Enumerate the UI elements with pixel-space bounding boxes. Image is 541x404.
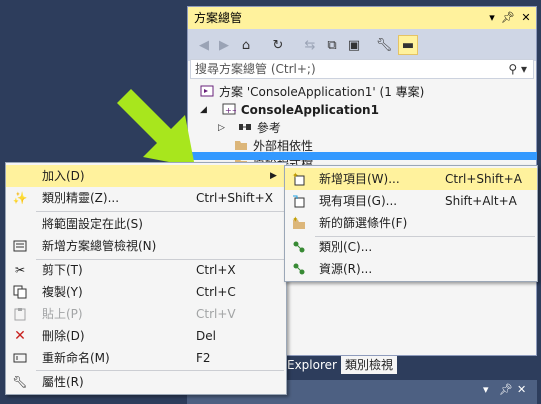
tab-class-view[interactable]: 類別檢視 (341, 356, 398, 374)
show-all-files-icon[interactable]: ▣ (344, 35, 364, 55)
menu-item-paste[interactable]: 貼上(P) Ctrl+V (6, 303, 286, 325)
menu-item-rename[interactable]: 重新命名(M) F2 (6, 347, 286, 369)
tree-item-references[interactable]: ▷ 參考 (218, 119, 281, 137)
submenu-item-new-filter[interactable]: ✦ 新的篩選條件(F) (285, 212, 537, 234)
panel-title: 方案總管 (194, 11, 243, 25)
pin-icon[interactable]: 📌︎ (499, 383, 513, 396)
pin-icon[interactable]: 📌︎ (500, 7, 516, 29)
menu-item-properties[interactable]: 🔧︎ 屬性(R) (6, 371, 286, 393)
dropdown-icon[interactable]: ▾ (483, 383, 489, 396)
menu-item-class-wizard[interactable]: ✨ 類別精靈(Z)... Ctrl+Shift+X (6, 187, 286, 209)
search-icon[interactable]: ⚲ ▾ (508, 60, 527, 78)
menu-item-add[interactable]: 加入(D) ▶ (6, 165, 286, 187)
properties-wrench-icon[interactable]: 🔧︎ (374, 35, 394, 55)
menu-item-scope-to-this[interactable]: 將範圍設定在此(S) (6, 213, 286, 235)
search-placeholder: 搜尋方案總管 (Ctrl+;) (195, 62, 316, 76)
context-menu: 加入(D) ▶ ✨ 類別精靈(Z)... Ctrl+Shift+X 將範圍設定在… (5, 162, 287, 395)
submenu-item-existing-item[interactable]: 現有項目(G)... Shift+Alt+A (285, 190, 537, 212)
submenu-arrow-icon: ▶ (270, 171, 277, 181)
svg-text:++: ++ (225, 106, 236, 115)
menu-item-delete[interactable]: ✕ 刪除(D) Del (6, 325, 286, 347)
home-icon[interactable]: ⌂ (236, 35, 256, 55)
menu-item-new-view[interactable]: 新增方案總管檢視(N) (6, 235, 286, 257)
paste-icon (12, 306, 28, 322)
new-view-icon (12, 238, 28, 254)
existing-item-icon (291, 193, 307, 209)
preview-icon[interactable]: ▬ (398, 35, 418, 55)
wrench-icon: 🔧︎ (12, 375, 28, 389)
selected-row-highlight (187, 152, 537, 160)
panel-title-bar: 方案總管 ▾ 📌︎ ✕ (188, 7, 536, 29)
rename-icon (12, 350, 28, 366)
menu-item-copy[interactable]: 複製(Y) Ctrl+C (6, 281, 286, 303)
references-icon (238, 120, 252, 132)
tree-item-project[interactable]: ◢ ++ ConsoleApplication1 (200, 101, 379, 119)
class-icon (291, 239, 307, 255)
submenu-item-resource[interactable]: 資源(R)... (285, 258, 537, 280)
scissors-icon: ✂ (14, 263, 26, 277)
add-submenu: ✦ 新增項目(W)... Ctrl+Shift+A 現有項目(G)... Shi… (284, 165, 538, 282)
svg-text:✦: ✦ (292, 216, 299, 224)
class-wizard-icon: ✨ (12, 191, 28, 205)
close-icon[interactable]: ✕ (518, 7, 534, 29)
project-icon: ++ (222, 102, 238, 115)
delete-x-icon: ✕ (14, 328, 26, 344)
search-input[interactable]: 搜尋方案總管 (Ctrl+;) ⚲ ▾ (190, 59, 534, 79)
tab-explorer[interactable]: Explorer (287, 356, 337, 374)
history-icon[interactable]: ↻ (268, 35, 288, 55)
forward-icon[interactable]: ▶ (214, 35, 234, 55)
new-filter-folder-icon: ✦ (291, 215, 307, 231)
resource-icon (291, 261, 307, 277)
expand-arrow-icon[interactable]: ▷ (218, 119, 225, 137)
submenu-item-class[interactable]: 類別(C)... (285, 236, 537, 258)
svg-text:✦: ✦ (292, 172, 299, 180)
panel-toolbar: ◀ ▶ ⌂ ↻ ⇆ ⧉ ▣ 🔧︎ ▬ (188, 29, 536, 61)
sync-icon[interactable]: ⇆ (300, 35, 320, 55)
folder-icon (234, 138, 248, 150)
collapse-all-icon[interactable]: ⧉ (322, 35, 342, 55)
menu-separator (36, 211, 284, 212)
back-icon[interactable]: ◀ (194, 35, 214, 55)
close-icon[interactable]: ✕ (517, 383, 526, 396)
copy-icon (12, 284, 28, 300)
menu-item-cut[interactable]: ✂ 剪下(T) Ctrl+X (6, 259, 286, 281)
new-item-icon: ✦ (291, 171, 307, 187)
tree-item-solution[interactable]: 方案 'ConsoleApplication1' (1 專案) (200, 83, 424, 101)
dropdown-icon[interactable]: ▾ (484, 7, 500, 29)
submenu-item-new-item[interactable]: ✦ 新增項目(W)... Ctrl+Shift+A (285, 168, 537, 190)
